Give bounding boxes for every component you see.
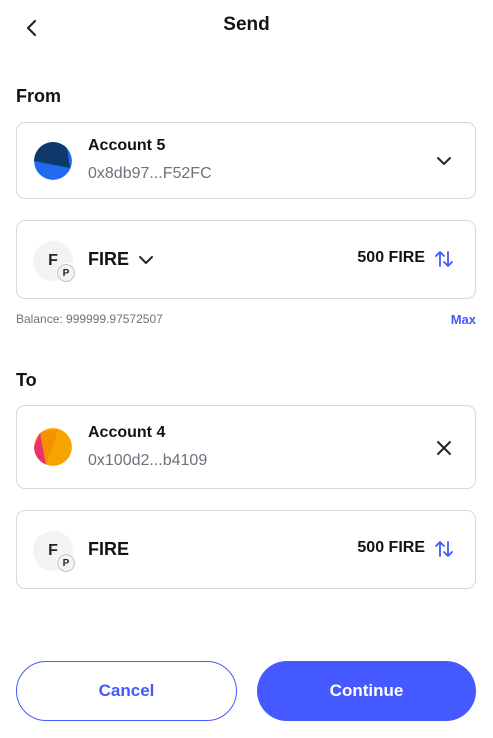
to-account-name: Account 4 <box>88 424 166 441</box>
swap-arrows-icon[interactable] <box>433 538 455 560</box>
from-label: From <box>16 86 61 106</box>
to-account-avatar <box>34 428 72 466</box>
from-account-picker[interactable]: Account 5 0x8db97...F52FC <box>16 122 476 199</box>
continue-button[interactable]: Continue <box>257 661 476 721</box>
max-button[interactable]: Max <box>451 312 476 327</box>
cancel-button[interactable]: Cancel <box>16 661 237 721</box>
from-asset-card: F P FIRE 500 FIRE <box>16 220 476 299</box>
to-asset-card: F P FIRE 500 FIRE <box>16 510 476 589</box>
to-account-card[interactable]: Account 4 0x100d2...b4109 <box>16 405 476 489</box>
network-letter: P <box>62 557 70 569</box>
token-symbol[interactable]: FIRE <box>88 249 129 270</box>
clear-recipient-button[interactable] <box>431 435 457 461</box>
token-symbol: FIRE <box>88 539 130 559</box>
page-title: Send <box>223 14 270 35</box>
chevron-down-icon[interactable] <box>137 251 155 269</box>
close-icon <box>437 441 451 455</box>
to-account-address: 0x100d2...b4109 <box>88 452 208 469</box>
network-letter: P <box>62 267 70 279</box>
header: Send <box>0 0 493 54</box>
from-account-avatar <box>34 142 72 180</box>
network-badge: P <box>56 263 76 283</box>
network-badge: P <box>56 553 76 573</box>
from-account-name: Account 5 <box>88 137 166 154</box>
amount-input[interactable]: 500 FIRE <box>357 249 425 267</box>
swap-arrows-icon[interactable] <box>433 248 455 270</box>
from-account-address: 0x8db97...F52FC <box>88 165 212 182</box>
balance-text: Balance: 999999.97572507 <box>16 312 163 326</box>
from-account-dropdown[interactable] <box>431 148 457 174</box>
to-label: To <box>16 370 37 390</box>
chevron-down-icon <box>437 157 451 165</box>
received-amount[interactable]: 500 FIRE <box>357 539 425 557</box>
